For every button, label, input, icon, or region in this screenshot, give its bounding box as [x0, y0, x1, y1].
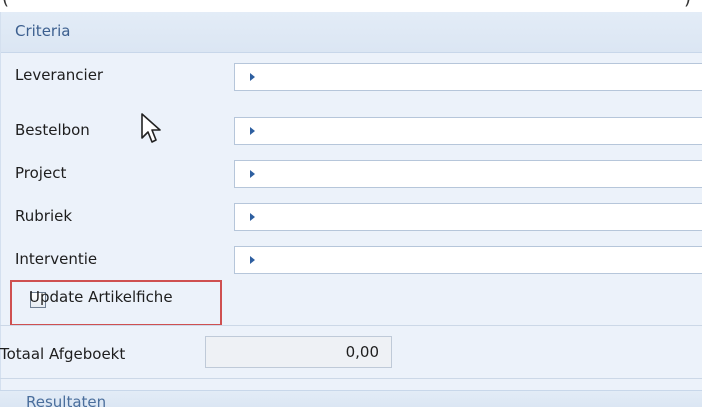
bestelbon-label: Bestelbon	[15, 121, 90, 139]
project-lookup[interactable]	[234, 160, 702, 188]
update-artikelfiche-label[interactable]: Update Artikelfiche	[29, 288, 173, 306]
rubriek-lookup[interactable]	[234, 203, 702, 231]
interventie-label: Interventie	[15, 250, 98, 268]
totaal-afgeboekt-label: Totaal Afgeboekt	[0, 345, 126, 363]
bestelbon-lookup[interactable]	[234, 117, 702, 145]
section-divider	[0, 325, 702, 326]
cropped-right-paren: )	[684, 0, 691, 9]
section-divider	[0, 378, 702, 379]
expand-arrow-icon[interactable]	[250, 213, 255, 221]
expand-arrow-icon[interactable]	[250, 73, 255, 81]
expand-arrow-icon[interactable]	[250, 256, 255, 264]
leverancier-lookup[interactable]	[234, 63, 702, 91]
rubriek-label: Rubriek	[15, 207, 73, 225]
totaal-afgeboekt-value: 0,00	[205, 336, 392, 368]
mouse-pointer-icon	[141, 113, 161, 143]
expand-arrow-icon[interactable]	[250, 127, 255, 135]
top-edge-fragment: ( )	[0, 0, 702, 12]
leverancier-label: Leverancier	[15, 66, 104, 84]
expand-arrow-icon[interactable]	[250, 170, 255, 178]
project-label: Project	[15, 164, 67, 182]
interventie-lookup[interactable]	[234, 246, 702, 274]
criteria-panel-title: Criteria	[15, 22, 71, 40]
cropped-left-paren: (	[2, 0, 9, 9]
resultaten-panel-header[interactable]: Resultaten	[0, 390, 702, 407]
criteria-panel-header[interactable]: Criteria	[1, 12, 702, 53]
resultaten-panel-title: Resultaten	[26, 393, 107, 407]
